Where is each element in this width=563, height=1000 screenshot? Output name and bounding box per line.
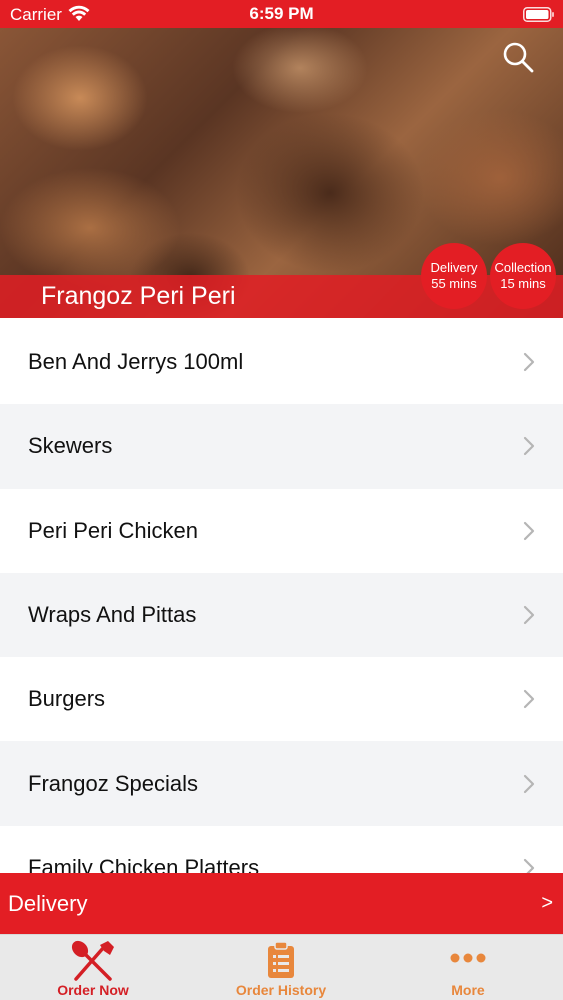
- chevron-right-icon: [523, 521, 535, 540]
- collection-time-badge: Collection 15 mins: [490, 243, 556, 309]
- menu-category-label: Burgers: [28, 686, 106, 712]
- tab-order-now-label: Order Now: [57, 982, 129, 998]
- delivery-badge-time: 55 mins: [431, 276, 477, 291]
- chevron-right-icon: [523, 605, 535, 625]
- menu-category-row[interactable]: Skewers: [0, 404, 563, 489]
- clipboard-icon: [268, 941, 294, 978]
- bottom-tab-bar: Order Now Order History More: [0, 934, 563, 1000]
- menu-category-label: Ben And Jerrys 100ml: [28, 349, 244, 375]
- menu-category-row[interactable]: Frangoz Specials: [0, 741, 563, 826]
- tab-more-label: More: [451, 982, 485, 998]
- hero-banner: Frangoz Peri Peri Delivery 55 mins Colle…: [0, 28, 563, 318]
- chevron-right-icon: [523, 437, 535, 456]
- menu-category-label: Frangoz Specials: [28, 770, 198, 796]
- delivery-arrow-icon: >: [541, 892, 553, 914]
- restaurant-name: Frangoz Peri Peri: [41, 282, 236, 310]
- tab-order-history-label: Order History: [235, 982, 327, 998]
- search-icon[interactable]: [502, 41, 534, 73]
- menu-category-row[interactable]: Ben And Jerrys 100ml: [0, 320, 563, 405]
- menu-category-label: Family Chicken Platters: [28, 854, 260, 873]
- battery-icon: [523, 7, 554, 22]
- delivery-order-label: Delivery: [8, 891, 88, 916]
- chevron-right-icon: [523, 774, 535, 793]
- tab-order-history[interactable]: Order History: [211, 935, 351, 1000]
- fork-knife-icon: [71, 940, 114, 981]
- menu-category-label: Peri Peri Chicken: [28, 517, 198, 543]
- menu-category-label: Wraps And Pittas: [28, 602, 197, 628]
- delivery-time-badge: Delivery 55 mins: [421, 243, 487, 309]
- tab-more[interactable]: More: [398, 935, 538, 1000]
- chevron-right-icon: [523, 858, 535, 873]
- menu-category-row[interactable]: Burgers: [0, 657, 563, 742]
- menu-category-row[interactable]: Family Chicken Platters: [0, 825, 563, 873]
- menu-category-row[interactable]: Peri Peri Chicken: [0, 488, 563, 573]
- delivery-badge-label: Delivery: [430, 260, 478, 275]
- status-time: 6:59 PM: [249, 4, 314, 23]
- delivery-order-bar[interactable]: Delivery >: [0, 873, 563, 934]
- status-bar: Carrier 6:59 PM: [0, 0, 563, 28]
- menu-category-list: Ben And Jerrys 100ml Skewers Peri Peri C…: [0, 320, 563, 873]
- collection-badge-time: 15 mins: [500, 276, 546, 291]
- more-dots-icon: [450, 953, 486, 963]
- menu-category-label: Skewers: [28, 433, 113, 459]
- chevron-right-icon: [523, 690, 535, 709]
- chevron-right-icon: [523, 353, 535, 372]
- tab-order-now[interactable]: Order Now: [23, 935, 163, 1000]
- collection-badge-label: Collection: [494, 260, 552, 275]
- menu-category-row[interactable]: Wraps And Pittas: [0, 572, 563, 658]
